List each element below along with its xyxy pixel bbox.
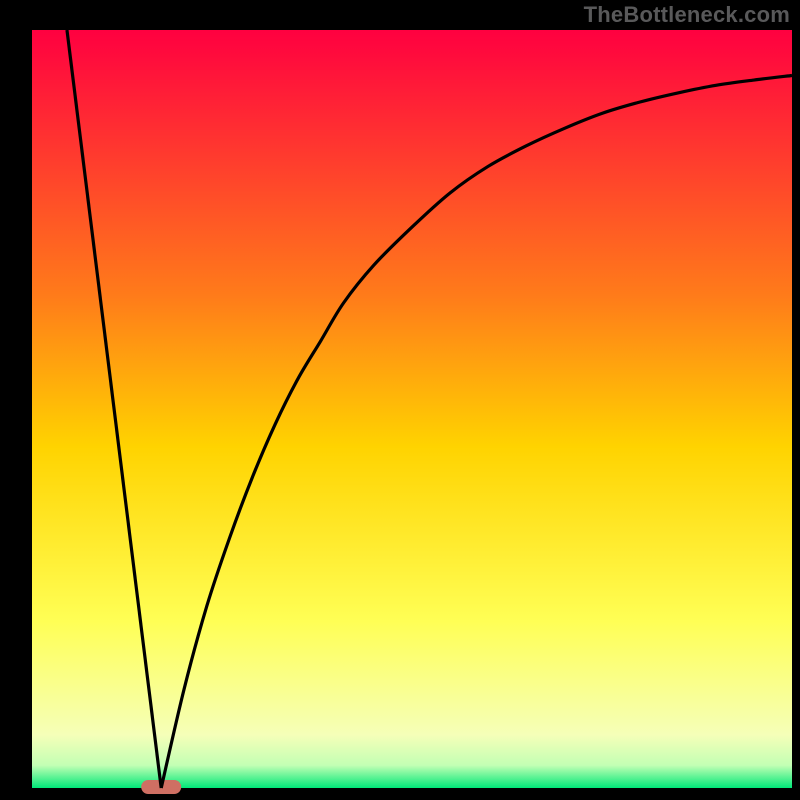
chart-container: TheBottleneck.com bbox=[0, 0, 800, 800]
attribution-label: TheBottleneck.com bbox=[584, 2, 790, 28]
chart-svg bbox=[0, 0, 800, 800]
